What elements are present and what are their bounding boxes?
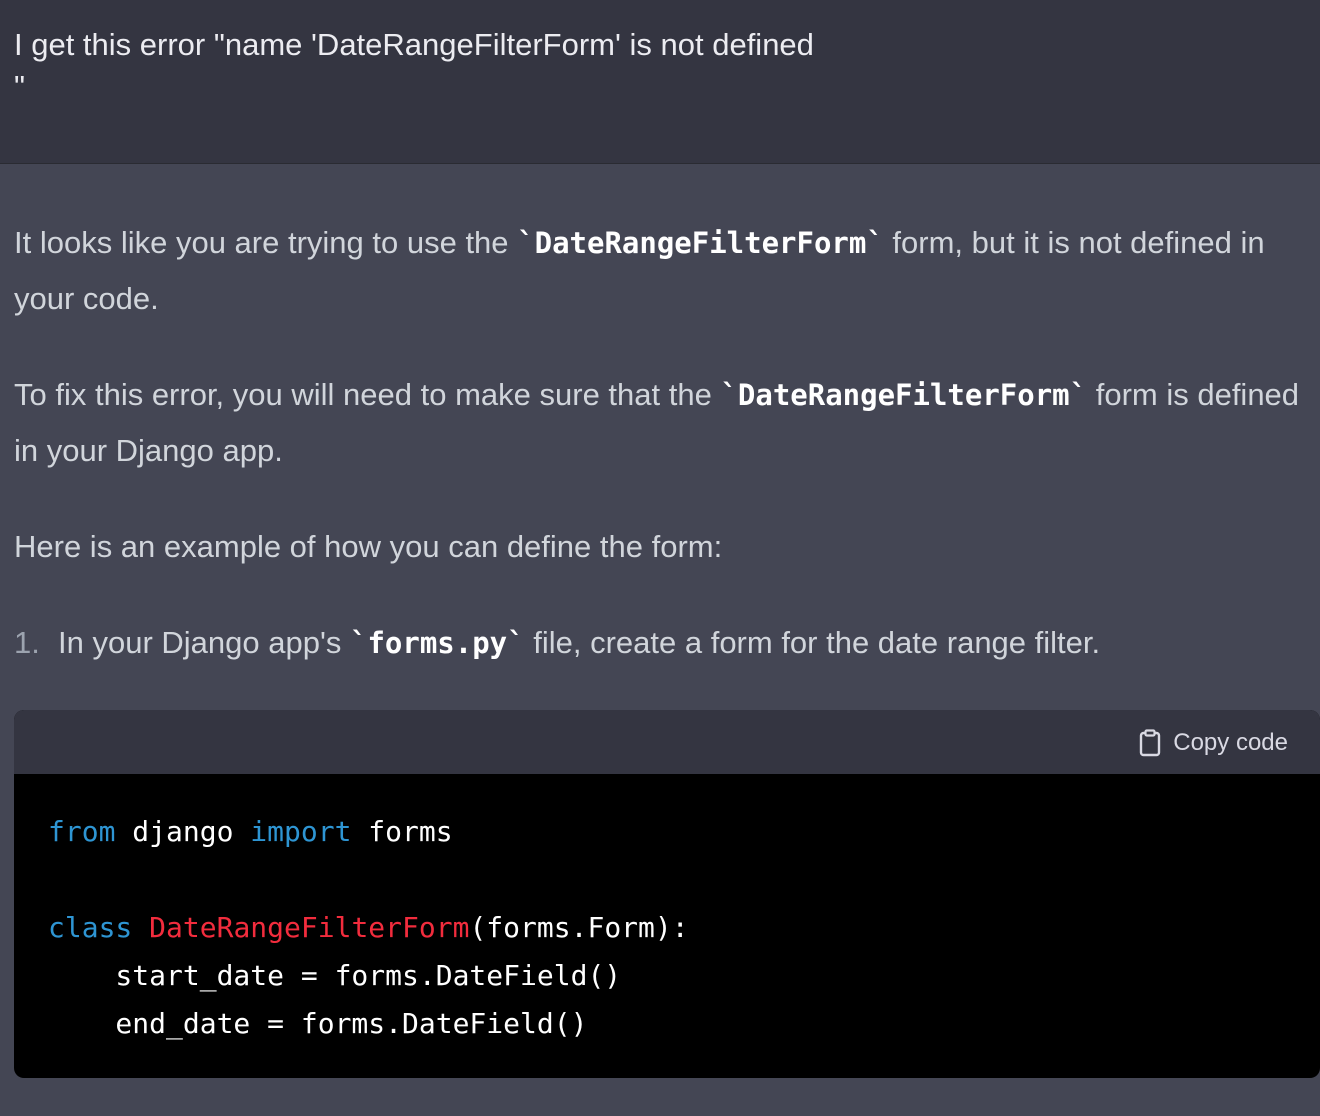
inline-code: `DateRangeFilterForm` (720, 378, 1088, 412)
list-text-before: In your Django app's (58, 625, 350, 660)
assistant-message: It looks like you are trying to use the … (0, 165, 1320, 1116)
assistant-paragraph-1: It looks like you are trying to use the … (14, 215, 1314, 327)
code-content: from django import forms class DateRange… (48, 808, 689, 1048)
inline-code: `forms.py` (350, 626, 525, 660)
code-class-name: DateRangeFilterForm (149, 911, 470, 944)
code-keyword: from (48, 815, 116, 848)
user-message: I get this error "name 'DateRangeFilterF… (0, 0, 1320, 164)
code-block: Copy code from django import forms class… (14, 710, 1320, 1078)
code-text: django (115, 815, 251, 848)
list-text-after: file, create a form for the date range f… (524, 625, 1101, 660)
assistant-paragraph-3: Here is an example of how you can define… (14, 529, 723, 564)
copy-code-button[interactable]: Copy code (1139, 727, 1288, 759)
p2-text-before: To fix this error, you will need to make… (14, 377, 721, 412)
user-message-text: I get this error "name 'DateRangeFilterF… (14, 27, 814, 104)
copy-code-label: Copy code (1173, 729, 1288, 756)
code-block-header: Copy code (14, 710, 1320, 774)
clipboard-icon (1140, 729, 1161, 757)
code-line: end_date = forms.DateField() (48, 1007, 588, 1040)
list-item: 1. In your Django app's `forms.py` file, … (14, 615, 1314, 671)
code-keyword: class (48, 911, 133, 944)
code-line: start_date = forms.DateField() (48, 959, 622, 992)
code-text: (forms.Form): (469, 911, 689, 944)
code-keyword: import (250, 815, 352, 848)
code-text: forms (351, 815, 453, 848)
assistant-paragraph-2: To fix this error, you will need to make… (14, 367, 1314, 479)
list-number: 1. (14, 625, 40, 660)
inline-code: `DateRangeFilterForm` (517, 226, 884, 260)
p1-text-before: It looks like you are trying to use the (14, 225, 518, 260)
